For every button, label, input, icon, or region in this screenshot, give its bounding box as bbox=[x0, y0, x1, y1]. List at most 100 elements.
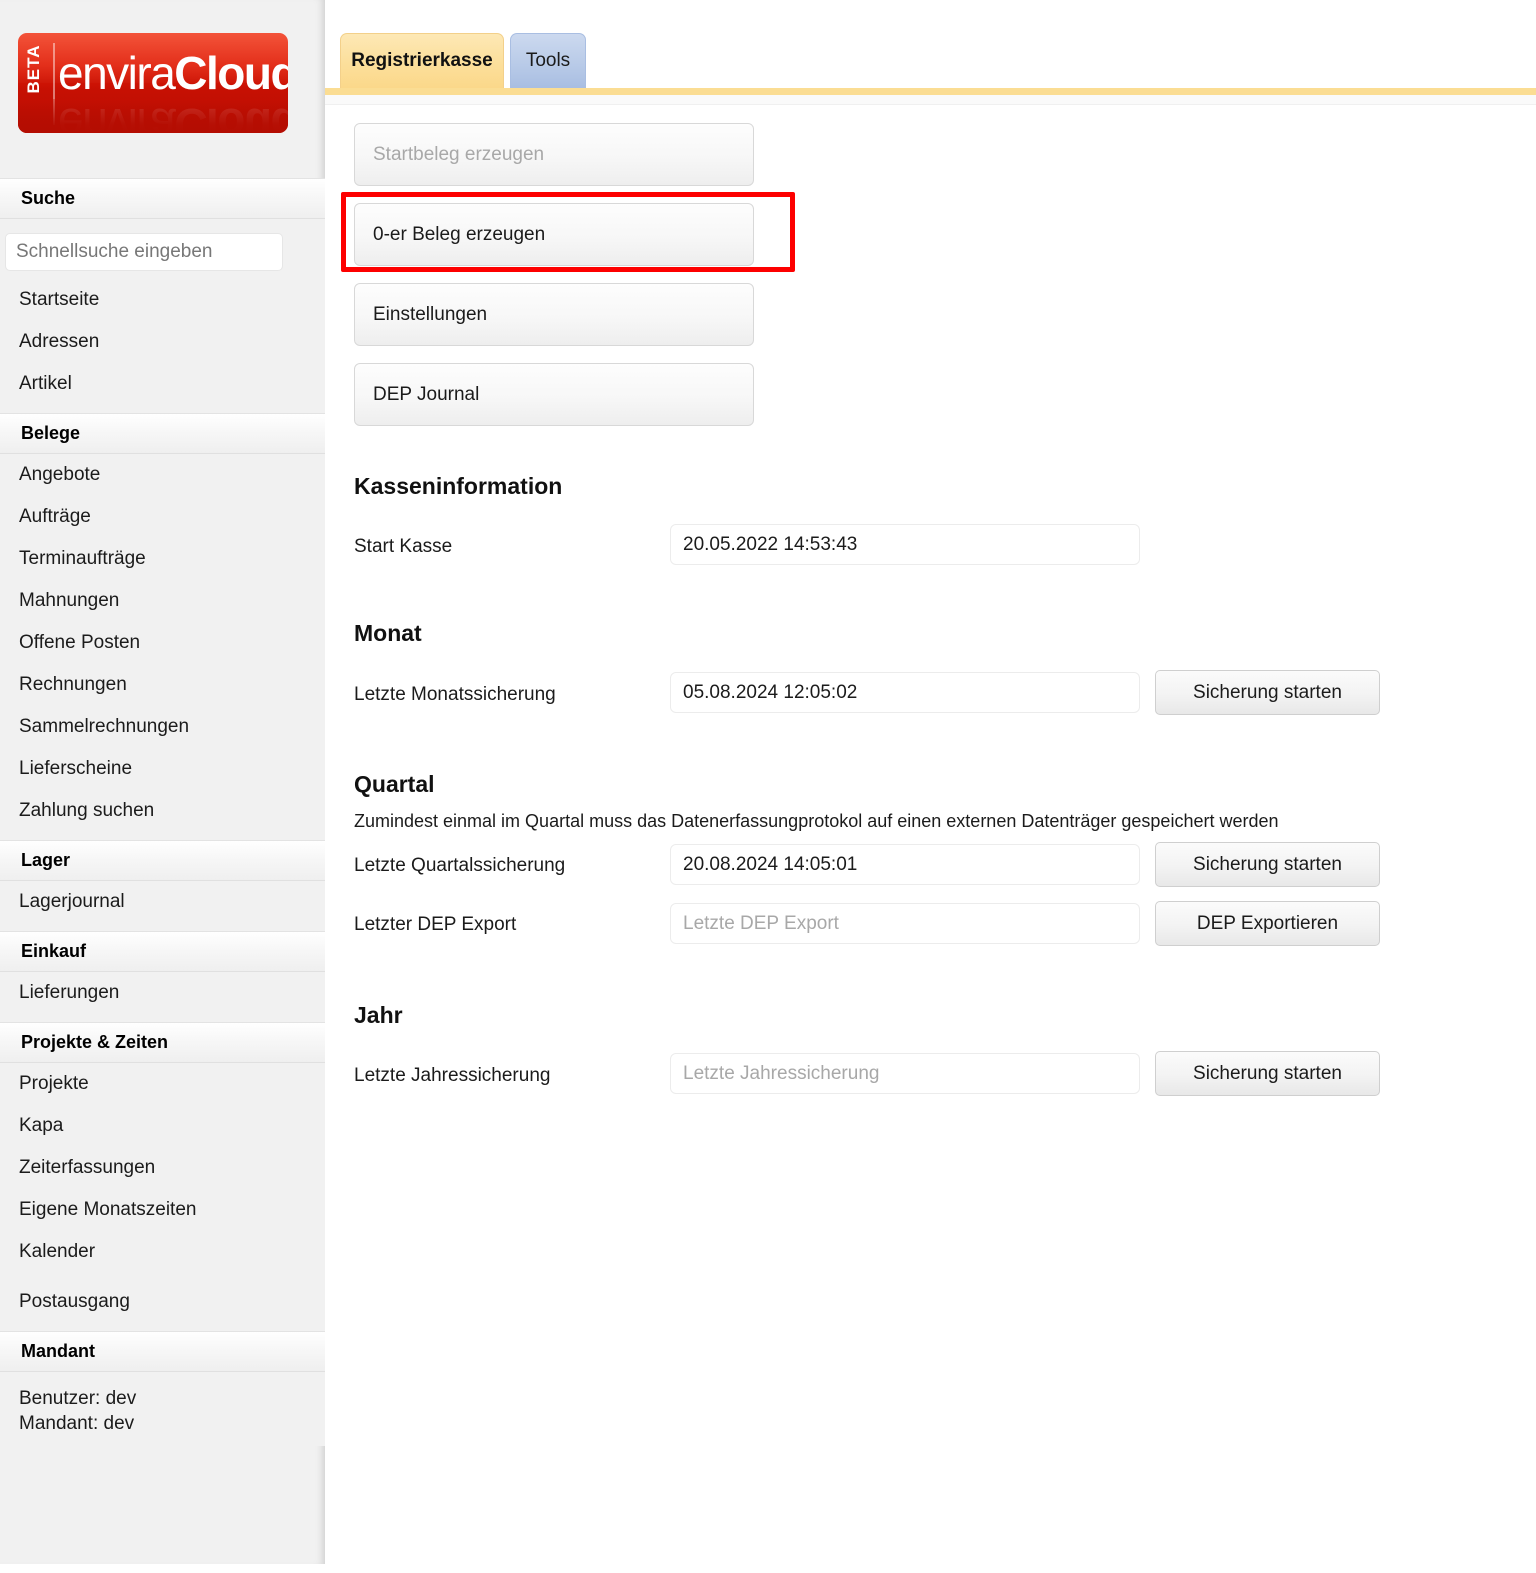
sidebar-item-adressen[interactable]: Adressen bbox=[0, 321, 325, 363]
content-top-band bbox=[325, 95, 1536, 105]
quartal-sicherung-starten-button[interactable]: Sicherung starten bbox=[1155, 842, 1380, 887]
main-content: Startbeleg erzeugen 0-er Beleg erzeugen … bbox=[325, 105, 1536, 1573]
logo-reflection-mask bbox=[18, 99, 288, 133]
tab-registrierkasse[interactable]: Registrierkasse bbox=[340, 33, 504, 88]
sidebar-item-auftraege[interactable]: Aufträge bbox=[0, 496, 325, 538]
sidebar-item-label: Zahlung suchen bbox=[19, 800, 155, 821]
benutzer-line: Benutzer: dev bbox=[19, 1388, 137, 1409]
tab-bar: Registrierkasse Tools bbox=[325, 0, 1536, 95]
startbeleg-erzeugen-button[interactable]: Startbeleg erzeugen bbox=[354, 123, 754, 186]
tab-tools[interactable]: Tools bbox=[510, 33, 586, 88]
search-input[interactable] bbox=[5, 233, 283, 271]
sidebar-item-label: Artikel bbox=[19, 373, 72, 394]
monat-sicherung-starten-button[interactable]: Sicherung starten bbox=[1155, 670, 1380, 715]
sidebar-item-zeiterfassungen[interactable]: Zeiterfassungen bbox=[0, 1147, 325, 1189]
button-label: 0-er Beleg erzeugen bbox=[373, 223, 546, 245]
sidebar-item-label: Aufträge bbox=[19, 506, 91, 527]
button-label: Sicherung starten bbox=[1193, 853, 1342, 875]
tab-label: Registrierkasse bbox=[351, 50, 493, 71]
field-letzte-quartalssicherung[interactable] bbox=[670, 844, 1140, 885]
sidebar-section-label-lager: Lager bbox=[21, 850, 71, 870]
null-beleg-erzeugen-button[interactable]: 0-er Beleg erzeugen bbox=[354, 203, 754, 266]
sidebar-section-einkauf: Einkauf bbox=[0, 931, 325, 972]
tab-label: Tools bbox=[525, 50, 571, 71]
einstellungen-button[interactable]: Einstellungen bbox=[354, 283, 754, 346]
jahr-sicherung-starten-button[interactable]: Sicherung starten bbox=[1155, 1051, 1380, 1096]
sidebar-item-lieferungen[interactable]: Lieferungen bbox=[0, 972, 325, 1014]
logo-box: BETA enviraCloud enviraCloud bbox=[18, 33, 288, 133]
sidebar-top-items: Startseite Adressen Artikel bbox=[0, 279, 325, 413]
sidebar-section-label-projekte-zeiten: Projekte & Zeiten bbox=[21, 1032, 169, 1052]
sidebar-item-mahnungen[interactable]: Mahnungen bbox=[0, 580, 325, 622]
sidebar-item-zahlung-suchen[interactable]: Zahlung suchen bbox=[0, 790, 325, 832]
sidebar-item-label: Adressen bbox=[19, 331, 100, 352]
sidebar-item-sammelrechnungen[interactable]: Sammelrechnungen bbox=[0, 706, 325, 748]
sidebar-item-offene-posten[interactable]: Offene Posten bbox=[0, 622, 325, 664]
sidebar-item-label: Angebote bbox=[19, 464, 101, 485]
sidebar-section-label-belege: Belege bbox=[21, 423, 81, 443]
sidebar-item-label: Mahnungen bbox=[19, 590, 120, 611]
sidebar-item-angebote[interactable]: Angebote bbox=[0, 454, 325, 496]
sidebar: BETA enviraCloud enviraCloud Suche Start… bbox=[0, 0, 325, 1564]
section-title-quartal: Quartal bbox=[354, 771, 435, 797]
sidebar-item-label: Lieferscheine bbox=[19, 758, 133, 779]
sidebar-section-lager: Lager bbox=[0, 840, 325, 881]
field-letzte-monatssicherung[interactable] bbox=[670, 672, 1140, 713]
app-window: BETA enviraCloud enviraCloud Suche Start… bbox=[0, 0, 1536, 1573]
sidebar-group-mandant: Benutzer: dev Mandant: dev bbox=[0, 1372, 325, 1446]
label-start-kasse: Start Kasse bbox=[354, 536, 453, 557]
sidebar-item-label: Startseite bbox=[19, 289, 100, 310]
sidebar-section-label-mandant: Mandant bbox=[21, 1341, 95, 1361]
sidebar-group-projekte-zeiten: Projekte Kapa Zeiterfassungen Eigene Mon… bbox=[0, 1063, 325, 1331]
sidebar-item-label: Sammelrechnungen bbox=[19, 716, 190, 737]
brand-logo[interactable]: BETA enviraCloud enviraCloud bbox=[18, 33, 288, 133]
sidebar-search-group bbox=[0, 219, 325, 279]
sidebar-item-kalender[interactable]: Kalender bbox=[0, 1231, 325, 1273]
logo-word-light: envira bbox=[58, 47, 176, 99]
label-letzte-quartalssicherung: Letzte Quartalssicherung bbox=[354, 855, 566, 876]
sidebar-item-label: Zeiterfassungen bbox=[19, 1157, 156, 1178]
field-letzte-jahressicherung[interactable] bbox=[670, 1053, 1140, 1094]
dep-journal-button[interactable]: DEP Journal bbox=[354, 363, 754, 426]
field-letzter-dep-export[interactable] bbox=[670, 903, 1140, 944]
sidebar-section-belege: Belege bbox=[0, 413, 325, 454]
sidebar-section-label-suche: Suche bbox=[21, 188, 76, 208]
sidebar-section-label-einkauf: Einkauf bbox=[21, 941, 87, 961]
button-label: Sicherung starten bbox=[1193, 1062, 1342, 1084]
sidebar-section-projekte-zeiten: Projekte & Zeiten bbox=[0, 1022, 325, 1063]
mandant-info: Benutzer: dev Mandant: dev bbox=[0, 1372, 325, 1446]
sidebar-item-postausgang[interactable]: Postausgang bbox=[0, 1281, 325, 1323]
beta-badge-label: BETA bbox=[24, 44, 43, 94]
section-title-kasseninformation: Kasseninformation bbox=[354, 473, 563, 499]
sidebar-item-lieferscheine[interactable]: Lieferscheine bbox=[0, 748, 325, 790]
sidebar-item-startseite[interactable]: Startseite bbox=[0, 279, 325, 321]
sidebar-group-belege: Angebote Aufträge Terminaufträge Mahnung… bbox=[0, 454, 325, 840]
sidebar-item-label: Kapa bbox=[19, 1115, 64, 1136]
sidebar-item-terminauftraege[interactable]: Terminaufträge bbox=[0, 538, 325, 580]
section-title-monat: Monat bbox=[354, 620, 422, 646]
sidebar-item-eigene-monatszeiten[interactable]: Eigene Monatszeiten bbox=[0, 1189, 325, 1231]
field-start-kasse[interactable] bbox=[670, 524, 1140, 565]
section-title-jahr: Jahr bbox=[354, 1002, 403, 1028]
sidebar-item-kapa[interactable]: Kapa bbox=[0, 1105, 325, 1147]
mandant-line: Mandant: dev bbox=[19, 1413, 135, 1434]
button-label: Sicherung starten bbox=[1193, 681, 1342, 703]
sidebar-item-lagerjournal[interactable]: Lagerjournal bbox=[0, 881, 325, 923]
sidebar-section-mandant: Mandant bbox=[0, 1331, 325, 1372]
sidebar-group-lager: Lagerjournal bbox=[0, 881, 325, 931]
sidebar-item-label: Offene Posten bbox=[19, 632, 141, 653]
label-letzte-jahressicherung: Letzte Jahressicherung bbox=[354, 1065, 551, 1086]
logo-word-bold: Cloud bbox=[174, 47, 288, 99]
sidebar-item-label: Terminaufträge bbox=[19, 548, 146, 569]
sidebar-item-rechnungen[interactable]: Rechnungen bbox=[0, 664, 325, 706]
sidebar-item-projekte[interactable]: Projekte bbox=[0, 1063, 325, 1105]
sidebar-item-artikel[interactable]: Artikel bbox=[0, 363, 325, 405]
tab-active-underline bbox=[325, 88, 1536, 95]
dep-exportieren-button[interactable]: DEP Exportieren bbox=[1155, 901, 1380, 946]
